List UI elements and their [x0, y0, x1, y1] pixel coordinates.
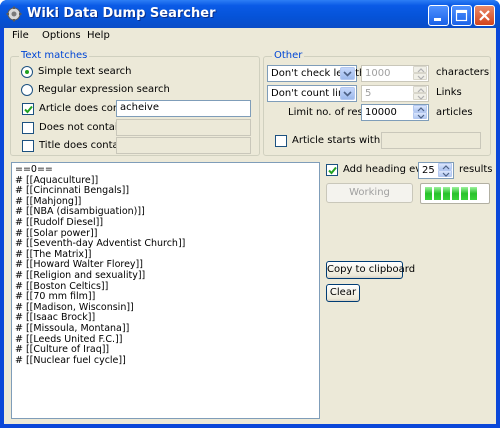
- minimize-icon: [434, 18, 441, 21]
- links-unit-label: Links: [436, 87, 462, 98]
- result-line: ==0==: [15, 164, 53, 175]
- links-select[interactable]: Don't count links: [267, 85, 357, 102]
- gear-icon: [6, 6, 22, 22]
- article-contains-checkbox[interactable]: [22, 103, 34, 115]
- working-button[interactable]: Working: [326, 183, 413, 203]
- clear-button[interactable]: Clear: [326, 284, 360, 302]
- chevron-down-icon[interactable]: [340, 87, 355, 100]
- menu-help[interactable]: Help: [87, 30, 110, 41]
- limit-unit-label: articles: [436, 107, 473, 118]
- minimize-button[interactable]: [428, 5, 449, 26]
- text-matches-legend: Text matches: [19, 50, 90, 61]
- other-group: Other Don't check length 1000 characters…: [263, 50, 491, 156]
- spin-down-icon[interactable]: [438, 170, 452, 177]
- maximize-button[interactable]: [451, 5, 472, 26]
- spin-up-icon[interactable]: [413, 86, 427, 93]
- title-bar[interactable]: Wiki Data Dump Searcher: [0, 0, 500, 28]
- regex-search-radio[interactable]: [21, 84, 33, 96]
- progress-segment: [452, 187, 459, 200]
- limit-results-value: 10000: [365, 107, 397, 118]
- result-line: # [[Religion and sexuality]]: [15, 269, 146, 281]
- does-not-contain-checkbox[interactable]: [22, 122, 34, 134]
- close-icon: [479, 10, 490, 21]
- title-contains-input[interactable]: [116, 137, 251, 154]
- radio-selected-dot: [25, 70, 29, 74]
- result-line: # [[Missoula, Montana]]: [15, 322, 130, 334]
- menu-file[interactable]: File: [12, 30, 29, 41]
- close-button[interactable]: [474, 5, 495, 26]
- simple-search-label[interactable]: Simple text search: [38, 66, 131, 77]
- checkmark-icon: [24, 105, 33, 114]
- limit-results-spinner[interactable]: 10000: [361, 104, 429, 121]
- article-contains-input[interactable]: acheive: [116, 100, 251, 117]
- copy-to-clipboard-button[interactable]: Copy to clipboard: [326, 261, 415, 279]
- progress-bar: [420, 183, 490, 204]
- result-line: # [[Nuclear fuel cycle]]: [15, 354, 126, 366]
- does-not-contain-input[interactable]: [116, 119, 251, 136]
- heading-unit-label: results: [459, 164, 493, 175]
- regex-search-label[interactable]: Regular expression search: [38, 84, 170, 95]
- add-heading-checkbox[interactable]: [326, 164, 338, 176]
- article-starts-checkbox[interactable]: [275, 135, 287, 147]
- client-area: File Options Help Text matches Simple te…: [4, 28, 496, 424]
- progress-segment: [425, 187, 432, 200]
- heading-interval-spinner[interactable]: 25: [418, 162, 454, 179]
- spin-down-icon[interactable]: [413, 73, 427, 80]
- spin-down-icon[interactable]: [413, 112, 427, 119]
- heading-interval-value: 25: [422, 165, 435, 176]
- links-spinner[interactable]: 5: [361, 85, 429, 102]
- menu-options[interactable]: Options: [42, 30, 81, 41]
- results-lines: ==0== # [[Aquaculture]] # [[Cincinnati Ben…: [15, 164, 316, 366]
- progress-segment: [434, 187, 441, 200]
- progress-segment: [443, 187, 450, 200]
- other-legend: Other: [272, 50, 305, 61]
- length-spinner-value: 1000: [365, 68, 391, 79]
- progress-segment: [461, 187, 468, 200]
- links-spinner-value: 5: [365, 88, 372, 99]
- chevron-down-icon[interactable]: [340, 67, 355, 80]
- text-matches-group: Text matches Simple text search Regular …: [10, 50, 260, 156]
- window-title: Wiki Data Dump Searcher: [27, 6, 216, 21]
- checkmark-icon: [328, 166, 337, 175]
- article-starts-input[interactable]: [381, 132, 481, 149]
- article-starts-label: Article starts with:: [292, 135, 384, 146]
- length-spinner[interactable]: 1000: [361, 65, 429, 82]
- progress-segment: [470, 187, 477, 200]
- spin-up-icon[interactable]: [413, 66, 427, 73]
- spin-up-icon[interactable]: [438, 163, 452, 170]
- title-contains-checkbox[interactable]: [22, 140, 34, 152]
- does-not-contain-label: Does not contain:: [39, 122, 128, 133]
- length-unit-label: characters: [436, 67, 490, 78]
- spin-up-icon[interactable]: [413, 105, 427, 112]
- app-window: Wiki Data Dump Searcher File Options Hel…: [0, 0, 500, 428]
- menu-bar: File Options Help: [4, 28, 496, 46]
- spin-down-icon[interactable]: [413, 93, 427, 100]
- simple-search-radio[interactable]: [21, 66, 33, 78]
- maximize-icon: [455, 9, 468, 22]
- length-select[interactable]: Don't check length: [267, 65, 365, 82]
- results-textbox[interactable]: ==0== # [[Aquaculture]] # [[Cincinnati Ben…: [11, 162, 320, 419]
- result-line: # [[Rudolf Diesel]]: [15, 216, 104, 228]
